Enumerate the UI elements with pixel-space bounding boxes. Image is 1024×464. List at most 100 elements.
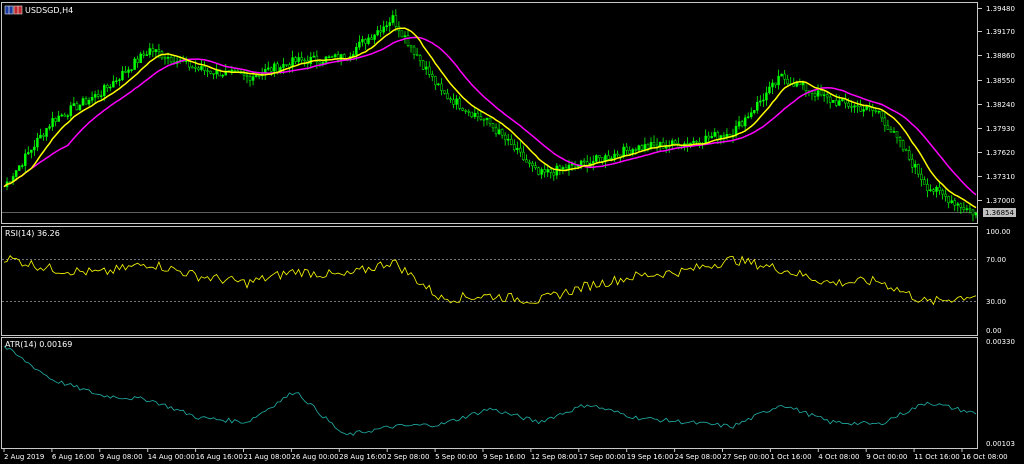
- candle-body: [230, 69, 234, 72]
- time-label: 12 Sep 08:00: [531, 453, 578, 461]
- candle-body: [859, 106, 862, 112]
- candle-body: [944, 193, 947, 197]
- candle-body: [452, 99, 455, 105]
- time-label: 17 Sep 00:00: [579, 453, 626, 461]
- candle-body: [904, 149, 908, 152]
- candle-body: [382, 26, 385, 33]
- candle-body: [513, 144, 516, 151]
- candle-body: [33, 146, 36, 151]
- atr-panel[interactable]: [1, 337, 978, 449]
- candle-body: [856, 105, 859, 108]
- candle-body: [203, 66, 206, 71]
- candle-body: [862, 109, 865, 112]
- rsi-tick: 100.00: [986, 228, 1011, 236]
- candle-body: [20, 165, 24, 167]
- candle-body: [157, 49, 161, 52]
- candle-body: [610, 157, 613, 160]
- candle-body: [722, 135, 726, 137]
- candle-body: [616, 153, 619, 156]
- candle-body: [412, 46, 416, 55]
- candle-body: [898, 137, 902, 141]
- candle-body: [330, 56, 334, 58]
- price-panel[interactable]: [1, 2, 978, 224]
- candle-body: [458, 98, 461, 109]
- candle-body: [853, 105, 856, 108]
- candle-body: [959, 203, 963, 208]
- rsi-tick: 70.00: [986, 256, 1006, 264]
- candle-body: [294, 57, 297, 62]
- candle-body: [355, 46, 358, 55]
- candle-body: [570, 163, 574, 166]
- time-label: 28 Aug 16:00: [339, 453, 386, 461]
- time-label: 6 Aug 16:00: [52, 453, 95, 461]
- time-label: 16 Aug 16:00: [196, 453, 243, 461]
- candle-body: [813, 93, 817, 97]
- candle-body: [476, 112, 480, 117]
- candle-body: [637, 145, 641, 151]
- candle-body: [60, 114, 63, 117]
- candle-body: [865, 105, 868, 110]
- candle-body: [139, 53, 142, 63]
- candle-body: [233, 69, 237, 72]
- candle-body: [84, 98, 88, 105]
- candle-body: [312, 55, 316, 58]
- rsi-panel[interactable]: [1, 226, 978, 336]
- time-label: 5 Sep 00:00: [435, 453, 477, 461]
- candle-body: [440, 83, 443, 91]
- candle-body: [78, 104, 82, 111]
- candle-body: [112, 81, 115, 88]
- candle-body: [601, 157, 604, 162]
- current-price-label: 1.36854: [985, 209, 1014, 217]
- candle-body: [555, 165, 559, 176]
- candle-body: [473, 112, 477, 117]
- candle-body: [740, 121, 744, 127]
- candle-body: [242, 73, 246, 76]
- candle-body: [743, 117, 747, 127]
- candle-body: [540, 169, 543, 175]
- candle-body: [282, 64, 285, 68]
- candle-body: [828, 96, 832, 103]
- candle-body: [510, 138, 513, 145]
- candle-body: [339, 54, 343, 61]
- candle-body: [917, 164, 920, 175]
- candle-body: [825, 94, 829, 98]
- candle-body: [816, 90, 820, 97]
- candle-body: [725, 134, 729, 137]
- candle-body: [704, 135, 707, 144]
- candle-body: [455, 98, 458, 105]
- candle-body: [500, 129, 504, 136]
- chart-canvas[interactable]: USDSGD,H4 RSI(14) 36.26 ATR(14) 0.00169 …: [0, 0, 1024, 464]
- candle-body: [777, 75, 780, 86]
- candle-body: [938, 186, 941, 191]
- candle-body: [910, 158, 914, 168]
- candle-body: [367, 37, 370, 44]
- candle-body: [756, 101, 759, 111]
- candle-body: [835, 100, 838, 106]
- time-label: 16 Oct 08:00: [962, 453, 1008, 461]
- candle-body: [30, 149, 33, 153]
- candle-body: [245, 74, 249, 77]
- candle-body: [804, 82, 808, 92]
- candle-body: [567, 164, 571, 170]
- candle-body: [403, 35, 407, 38]
- candle-body: [17, 165, 21, 171]
- candle-body: [749, 112, 753, 117]
- candle-body: [707, 135, 710, 139]
- candle-body: [248, 76, 252, 81]
- candle-body: [929, 189, 932, 192]
- candle-body: [774, 82, 777, 86]
- candle-body: [713, 132, 717, 137]
- candle-body: [69, 105, 73, 116]
- price-tick: 1.39170: [986, 28, 1015, 36]
- candle-body: [121, 70, 124, 80]
- chart-window[interactable]: USDSGD,H4 RSI(14) 36.26 ATR(14) 0.00169 …: [0, 0, 1024, 464]
- candle-body: [801, 82, 805, 86]
- candle-body: [42, 134, 45, 137]
- candle-body: [66, 115, 70, 117]
- rsi-line: [3, 255, 977, 306]
- candle-body: [892, 131, 896, 133]
- candle-body: [652, 142, 656, 146]
- candle-body: [634, 149, 638, 151]
- candle-body: [850, 106, 853, 108]
- candle-body: [415, 54, 419, 56]
